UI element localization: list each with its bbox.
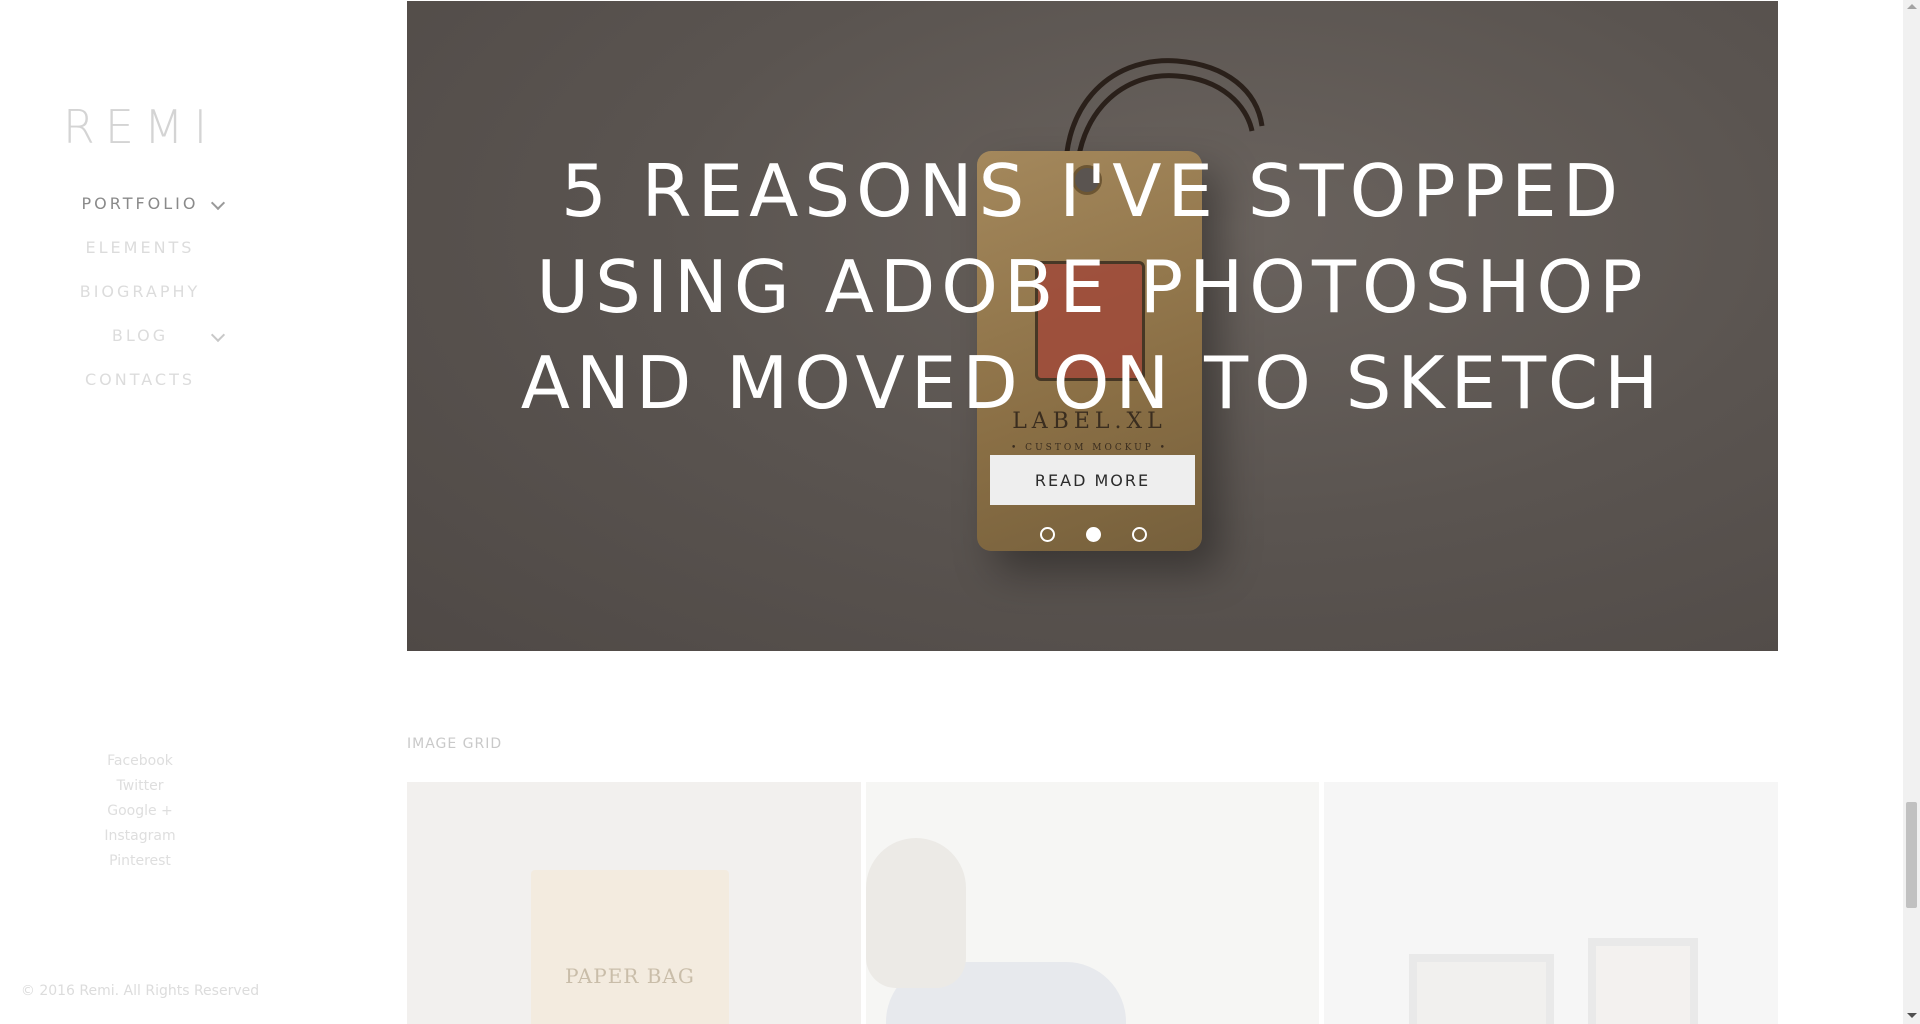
nav-item-blog[interactable]: BLOG xyxy=(0,322,280,366)
hero-title-line: USING ADOBE PHOTOSHOP xyxy=(536,245,1649,329)
hero-slider: LABEL.XL • CUSTOM MOCKUP • 5 REASONS I'V… xyxy=(407,1,1778,651)
site-logo[interactable]: REMI xyxy=(0,100,280,154)
hero-title-line: AND MOVED ON TO SKETCH xyxy=(520,341,1665,425)
nav-item-elements[interactable]: ELEMENTS xyxy=(0,234,280,278)
slider-dot[interactable] xyxy=(1040,527,1055,542)
grid-image-paper-bag[interactable]: PAPER BAG xyxy=(407,782,861,1024)
page-scrollbar[interactable] xyxy=(1903,0,1920,1024)
person-head-graphic xyxy=(866,838,966,988)
nav-item-label: CONTACTS xyxy=(84,370,196,389)
nav-item-contacts[interactable]: CONTACTS xyxy=(0,366,280,410)
nav-item-label: BLOG xyxy=(111,326,169,345)
social-link-twitter[interactable]: Twitter xyxy=(0,774,280,799)
scroll-up-arrow-icon[interactable] xyxy=(1907,4,1917,9)
grid-image-man-portrait[interactable] xyxy=(866,782,1319,1024)
social-link-google-plus[interactable]: Google + xyxy=(0,799,280,824)
read-more-button[interactable]: READ MORE xyxy=(990,455,1195,505)
social-link-facebook[interactable]: Facebook xyxy=(0,749,280,774)
hero-title: 5 REASONS I'VE STOPPED USING ADOBE PHOTO… xyxy=(407,143,1778,431)
paper-bag-text: PAPER BAG xyxy=(565,964,695,988)
scroll-down-arrow-icon[interactable] xyxy=(1907,1013,1917,1018)
picture-frame-graphic xyxy=(1588,938,1698,1024)
slider-dot[interactable] xyxy=(1132,527,1147,542)
social-link-instagram[interactable]: Instagram xyxy=(0,824,280,849)
tag-subtitle: • CUSTOM MOCKUP • xyxy=(1011,443,1168,453)
nav-item-biography[interactable]: BIOGRAPHY xyxy=(0,278,280,322)
nav-item-label: ELEMENTS xyxy=(85,238,195,257)
chevron-down-icon[interactable] xyxy=(210,327,226,343)
nav-item-label: PORTFOLIO xyxy=(81,194,199,213)
chevron-down-icon[interactable] xyxy=(210,195,226,211)
section-label: IMAGE GRID xyxy=(407,736,503,752)
picture-frame-graphic xyxy=(1409,954,1554,1024)
social-link-pinterest[interactable]: Pinterest xyxy=(0,849,280,874)
grid-image-framed-pictures[interactable] xyxy=(1324,782,1778,1024)
sidebar: REMI PORTFOLIO ELEMENTS BIOGRAPHY BLOG C… xyxy=(0,0,280,1024)
paper-bag-graphic: PAPER BAG xyxy=(531,870,729,1024)
social-links: Facebook Twitter Google + Instagram Pint… xyxy=(0,749,280,874)
slider-dot-active[interactable] xyxy=(1086,527,1101,542)
slider-pagination xyxy=(1040,527,1148,543)
image-grid: PAPER BAG xyxy=(407,782,1778,1024)
main-nav: PORTFOLIO ELEMENTS BIOGRAPHY BLOG CONTAC… xyxy=(0,190,280,410)
hero-title-line: 5 REASONS I'VE STOPPED xyxy=(560,149,1625,233)
copyright-text: © 2016 Remi. All Rights Reserved xyxy=(20,983,260,999)
nav-item-portfolio[interactable]: PORTFOLIO xyxy=(0,190,280,234)
nav-item-label: BIOGRAPHY xyxy=(79,282,201,301)
scrollbar-thumb[interactable] xyxy=(1906,802,1917,908)
